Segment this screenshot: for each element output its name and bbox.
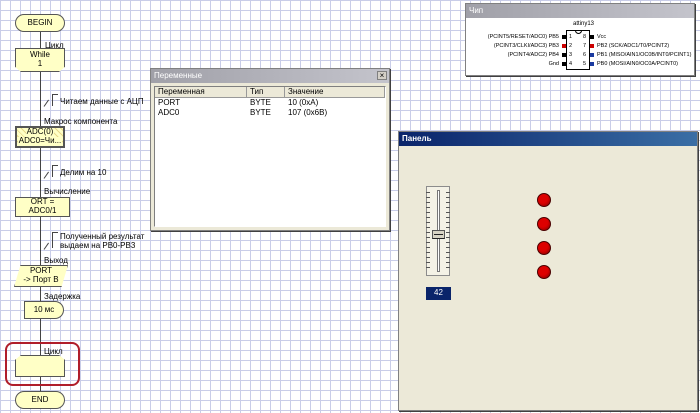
comment-read: Читаем данные с АЦП	[60, 97, 144, 106]
pin-left-3	[562, 53, 566, 57]
pin-number: 7	[583, 43, 587, 49]
column-header-type[interactable]: Тип	[247, 87, 285, 98]
pin-number: 4	[569, 61, 573, 67]
pin-label-left: (PCINT5/RESET/ADC0) PB5	[487, 34, 559, 40]
table-row[interactable]: PORT BYTE 10 (0xA)	[155, 98, 385, 108]
begin-label: BEGIN	[27, 17, 53, 27]
pin-label-left: (PCINT3/CLKI/ADC3) PB3	[493, 43, 559, 49]
pin-number: 2	[569, 43, 573, 49]
variables-title-bar[interactable]: Переменные ×	[151, 69, 389, 83]
macro-label: Макрос компонента	[44, 117, 118, 126]
output-block[interactable]: PORT -> Порт B	[14, 265, 68, 287]
pin-label-left: Gnd	[548, 61, 559, 67]
led-indicator	[537, 265, 551, 279]
close-icon[interactable]: ×	[377, 71, 387, 80]
pin-number: 5	[583, 61, 587, 67]
variable-type: BYTE	[250, 108, 271, 117]
pin-number: 8	[583, 34, 587, 40]
pin-label-right: Vcc	[597, 34, 607, 40]
column-header-value[interactable]: Значение	[285, 87, 385, 98]
panel-title: Панель	[402, 134, 432, 143]
loop-block-line2: 1	[37, 59, 43, 68]
chip-title: Чип	[469, 6, 484, 15]
pin-right-5	[590, 62, 594, 66]
delay-block-text: 10 мс	[33, 304, 55, 314]
delay-label: Задержка	[44, 292, 81, 301]
pin-left-2	[562, 44, 566, 48]
comment-leader	[43, 171, 49, 179]
calc-block-text: ORT = ADC0/1	[28, 197, 57, 215]
pin-right-6	[590, 53, 594, 57]
pin-right-7	[590, 44, 594, 48]
pin-label-right: PB1 (MISO/AIN1/OC0B/INT0/PCINT1)	[597, 52, 692, 58]
variables-title: Переменные	[154, 71, 203, 80]
variables-header: Переменная Тип Значение	[155, 87, 385, 98]
pin-label-right: PB0 (MOSI/AIN0/OC0A/PCINT0)	[597, 61, 678, 67]
end-label: END	[31, 394, 49, 404]
end-block[interactable]: END	[15, 391, 65, 409]
chip-view: attiny13 (PCINT5/RESET/ADC0) PB5 (PCINT3…	[466, 18, 694, 75]
chip-name: attiny13	[573, 21, 595, 27]
loop-end-label: Цикл	[44, 347, 63, 356]
output-label: Выход	[44, 256, 68, 265]
pin-number: 1	[569, 34, 573, 40]
loop-end-block[interactable]	[15, 355, 65, 377]
pin-label-left: (PCINT4/ADC2) PB4	[507, 52, 559, 58]
slider-thumb[interactable]	[432, 230, 445, 239]
delay-block[interactable]: 10 мс	[24, 301, 64, 319]
comment-result-line1: Полученный результат	[60, 232, 145, 241]
column-header-variable[interactable]: Переменная	[155, 87, 247, 98]
variable-value: 10 (0xA)	[288, 98, 319, 107]
comment-leader	[43, 242, 49, 250]
pin-label-right: PB2 (SCK/ADC1/T0/PCINT2)	[597, 43, 670, 49]
panel-title-bar[interactable]: Панель	[399, 132, 697, 146]
table-row[interactable]: ADC0 BYTE 107 (0x6B)	[155, 108, 385, 118]
comment-bracket	[52, 94, 58, 106]
led-indicator	[537, 193, 551, 207]
led-indicator	[537, 241, 551, 255]
comment-result-line2: выдаем на PB0-PB3	[60, 241, 136, 250]
comment-leader	[43, 99, 49, 107]
macro-line2: ADC0=Чи...	[17, 136, 63, 146]
pin-number: 6	[583, 52, 587, 58]
pin-right-8	[590, 35, 594, 39]
led-indicator	[537, 217, 551, 231]
comment-bracket	[52, 165, 58, 177]
pin-number: 3	[569, 52, 573, 58]
calc-block[interactable]: ORT = ADC0/1	[15, 197, 70, 217]
slider-ticks	[426, 192, 430, 270]
variable-name: ADC0	[158, 108, 180, 117]
variables-window[interactable]: Переменные × Переменная Тип Значение POR…	[150, 68, 390, 231]
pin-left-1	[562, 35, 566, 39]
calc-label: Вычисление	[44, 187, 91, 196]
slider-ticks	[446, 192, 450, 270]
panel-window[interactable]: Панель 42	[398, 131, 698, 411]
panel-canvas: 42	[399, 146, 697, 410]
chip-title-bar[interactable]: Чип	[466, 4, 694, 18]
pin-left-4	[562, 62, 566, 66]
slider-value-display: 42	[426, 287, 451, 300]
loop-block[interactable]: While 1	[15, 48, 65, 72]
chip-window[interactable]: Чип attiny13 (PCINT5/RESET/ADC0) PB5 (PC…	[465, 3, 695, 76]
flowchart: BEGIN Цикл While 1 Читаем данные с АЦП М…	[0, 0, 144, 413]
begin-block[interactable]: BEGIN	[15, 14, 65, 32]
variable-name: PORT	[158, 98, 181, 107]
macro-block[interactable]: ADC(0) ADC0=Чи...	[15, 126, 65, 148]
comment-bracket	[52, 232, 58, 248]
output-line2: -> Порт B	[23, 275, 59, 284]
variable-type: BYTE	[250, 98, 271, 107]
comment-divide: Делим на 10	[60, 168, 107, 177]
variables-table: Переменная Тип Значение PORT BYTE 10 (0x…	[154, 86, 386, 227]
variable-value: 107 (0x6B)	[288, 108, 328, 117]
